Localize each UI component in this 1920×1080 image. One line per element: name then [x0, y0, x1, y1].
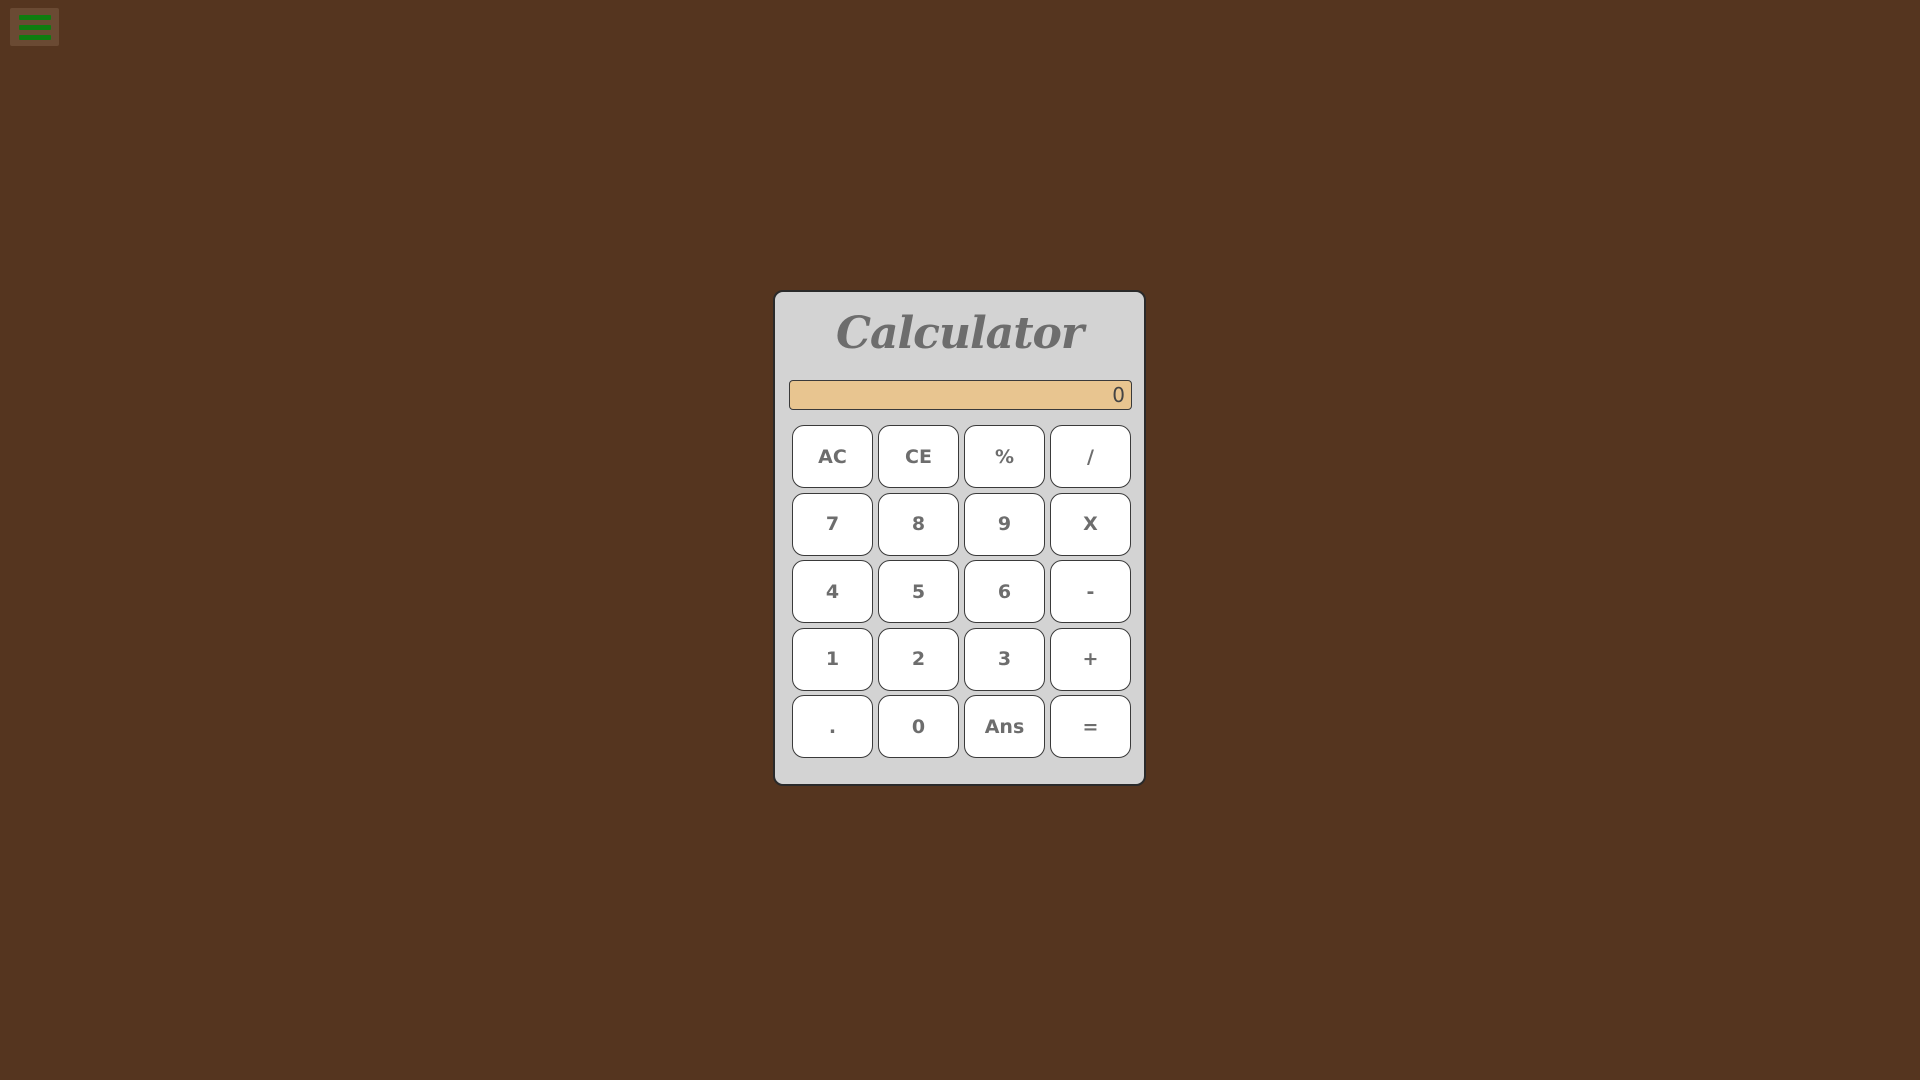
key-add-button[interactable]: + — [1050, 627, 1131, 691]
key-7-button[interactable]: 7 — [792, 492, 873, 556]
key-5-button[interactable]: 5 — [878, 560, 959, 623]
key-6-button[interactable]: 6 — [964, 560, 1045, 623]
menu-bar — [18, 34, 51, 40]
key-ce-button[interactable]: CE — [878, 425, 959, 488]
key-ac-button[interactable]: AC — [792, 425, 873, 488]
key-ans-button[interactable]: Ans — [964, 695, 1045, 758]
keypad: AC CE % / 7 8 9 X 4 5 6 - 1 2 3 + . 0 An… — [792, 425, 1131, 758]
menu-bar — [18, 24, 51, 30]
key-4-button[interactable]: 4 — [792, 560, 873, 623]
hamburger-menu-icon[interactable] — [10, 8, 59, 46]
key-0-button[interactable]: 0 — [878, 695, 959, 758]
key-9-button[interactable]: 9 — [964, 492, 1045, 556]
calculator-display: 0 — [789, 380, 1132, 410]
key-3-button[interactable]: 3 — [964, 627, 1045, 691]
key-2-button[interactable]: 2 — [878, 627, 959, 691]
calculator-panel: Calculator 0 AC CE % / 7 8 9 X 4 5 6 - 1… — [773, 290, 1146, 786]
key-divide-button[interactable]: / — [1050, 425, 1131, 488]
key-8-button[interactable]: 8 — [878, 492, 959, 556]
key-equals-button[interactable]: = — [1050, 695, 1131, 758]
menu-bar — [18, 14, 51, 20]
key-decimal-button[interactable]: . — [792, 695, 873, 758]
key-1-button[interactable]: 1 — [792, 627, 873, 691]
calculator-title: Calculator — [835, 308, 1084, 359]
key-multiply-button[interactable]: X — [1050, 492, 1131, 556]
key-percent-button[interactable]: % — [964, 425, 1045, 488]
key-subtract-button[interactable]: - — [1050, 560, 1131, 623]
